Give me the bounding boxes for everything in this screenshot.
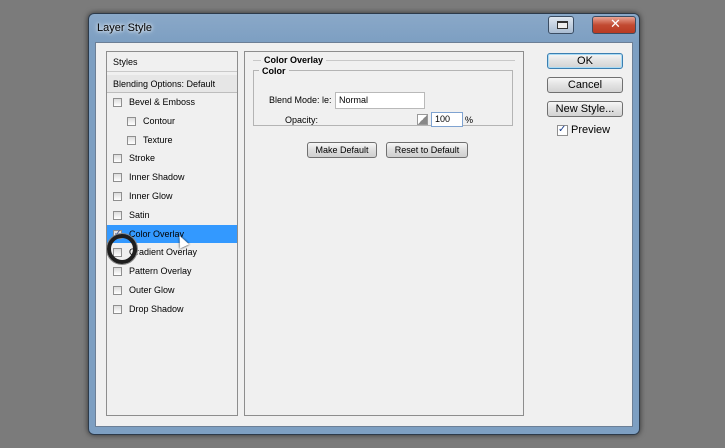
highlight-circle xyxy=(107,234,137,264)
style-item-label: Texture xyxy=(143,134,173,145)
style-checkbox[interactable] xyxy=(113,210,122,220)
blend-mode-select[interactable]: Normal xyxy=(335,92,425,109)
ok-button[interactable]: OK xyxy=(547,53,623,69)
style-item-label: Outer Glow xyxy=(129,284,175,295)
style-item-stroke[interactable]: Stroke xyxy=(107,149,237,168)
styles-header[interactable]: Styles xyxy=(107,52,237,72)
style-item-texture[interactable]: Texture xyxy=(107,131,237,150)
style-item-label: Inner Glow xyxy=(129,190,173,201)
layer-style-dialog: Layer Style ✕ Styles Blending Options: D… xyxy=(88,13,640,435)
opacity-label: Opacity: xyxy=(285,115,319,125)
style-item-inner-shadow[interactable]: Inner Shadow xyxy=(107,168,237,187)
opacity-slider-icon[interactable] xyxy=(417,114,428,125)
color-overlay-panel: Color Overlay Color Blend Mode: le: Norm… xyxy=(244,51,524,416)
style-item-outer-glow[interactable]: Outer Glow xyxy=(107,281,237,300)
group-title: Color Overlay xyxy=(261,55,327,65)
title-bar[interactable]: Layer Style ✕ xyxy=(89,14,639,42)
reset-default-button[interactable]: Reset to Default xyxy=(386,142,468,158)
style-item-inner-glow[interactable]: Inner Glow xyxy=(107,187,237,206)
blend-mode-label: Blend Mode: le: xyxy=(269,95,332,105)
style-checkbox[interactable] xyxy=(127,135,136,145)
preview-checkbox[interactable] xyxy=(557,123,568,137)
style-checkbox[interactable] xyxy=(113,191,122,201)
style-item-pattern-overlay[interactable]: Pattern Overlay xyxy=(107,262,237,281)
style-item-label: Satin xyxy=(129,209,150,220)
style-item-label: Contour xyxy=(143,115,176,126)
close-button[interactable]: ✕ xyxy=(592,16,636,34)
style-item-bevel-emboss[interactable]: Bevel & Emboss xyxy=(107,93,237,112)
style-item-label: Drop Shadow xyxy=(129,303,184,314)
cancel-button[interactable]: Cancel xyxy=(547,77,623,93)
style-checkbox[interactable] xyxy=(113,304,122,314)
style-checkbox[interactable] xyxy=(127,116,136,126)
style-item-contour[interactable]: Contour xyxy=(107,112,237,131)
style-checkbox[interactable] xyxy=(113,98,122,107)
opacity-unit: % xyxy=(465,115,474,125)
window-title: Layer Style xyxy=(97,22,153,34)
style-checkbox[interactable] xyxy=(113,285,122,295)
style-item-label: Stroke xyxy=(129,153,156,164)
style-item-label: Inner Shadow xyxy=(129,172,185,183)
restore-icon xyxy=(557,21,568,29)
close-icon: ✕ xyxy=(610,17,621,32)
style-item-satin[interactable]: Satin xyxy=(107,206,237,225)
style-checkbox[interactable] xyxy=(113,267,122,277)
color-group-title: Color xyxy=(259,66,289,76)
style-items: Bevel & Emboss Contour Texture Stroke Inner … xyxy=(107,93,237,319)
dialog-body: Styles Blending Options: Default Bevel &… xyxy=(95,42,633,427)
style-item-label: Pattern Overlay xyxy=(129,266,192,277)
new-style-button[interactable]: New Style... xyxy=(547,101,623,117)
preview-label: Preview xyxy=(571,124,611,136)
blending-options-item[interactable]: Blending Options: Default xyxy=(107,75,237,93)
style-checkbox[interactable] xyxy=(113,173,122,183)
style-item-label: Gradient Overlay xyxy=(129,247,198,258)
style-item-label: Bevel & Emboss xyxy=(129,97,196,107)
opacity-input[interactable]: 100 xyxy=(431,112,463,127)
restore-button[interactable] xyxy=(548,16,574,34)
style-checkbox[interactable] xyxy=(113,154,122,164)
make-default-button[interactable]: Make Default xyxy=(307,142,377,158)
style-item-drop-shadow[interactable]: Drop Shadow xyxy=(107,300,237,319)
